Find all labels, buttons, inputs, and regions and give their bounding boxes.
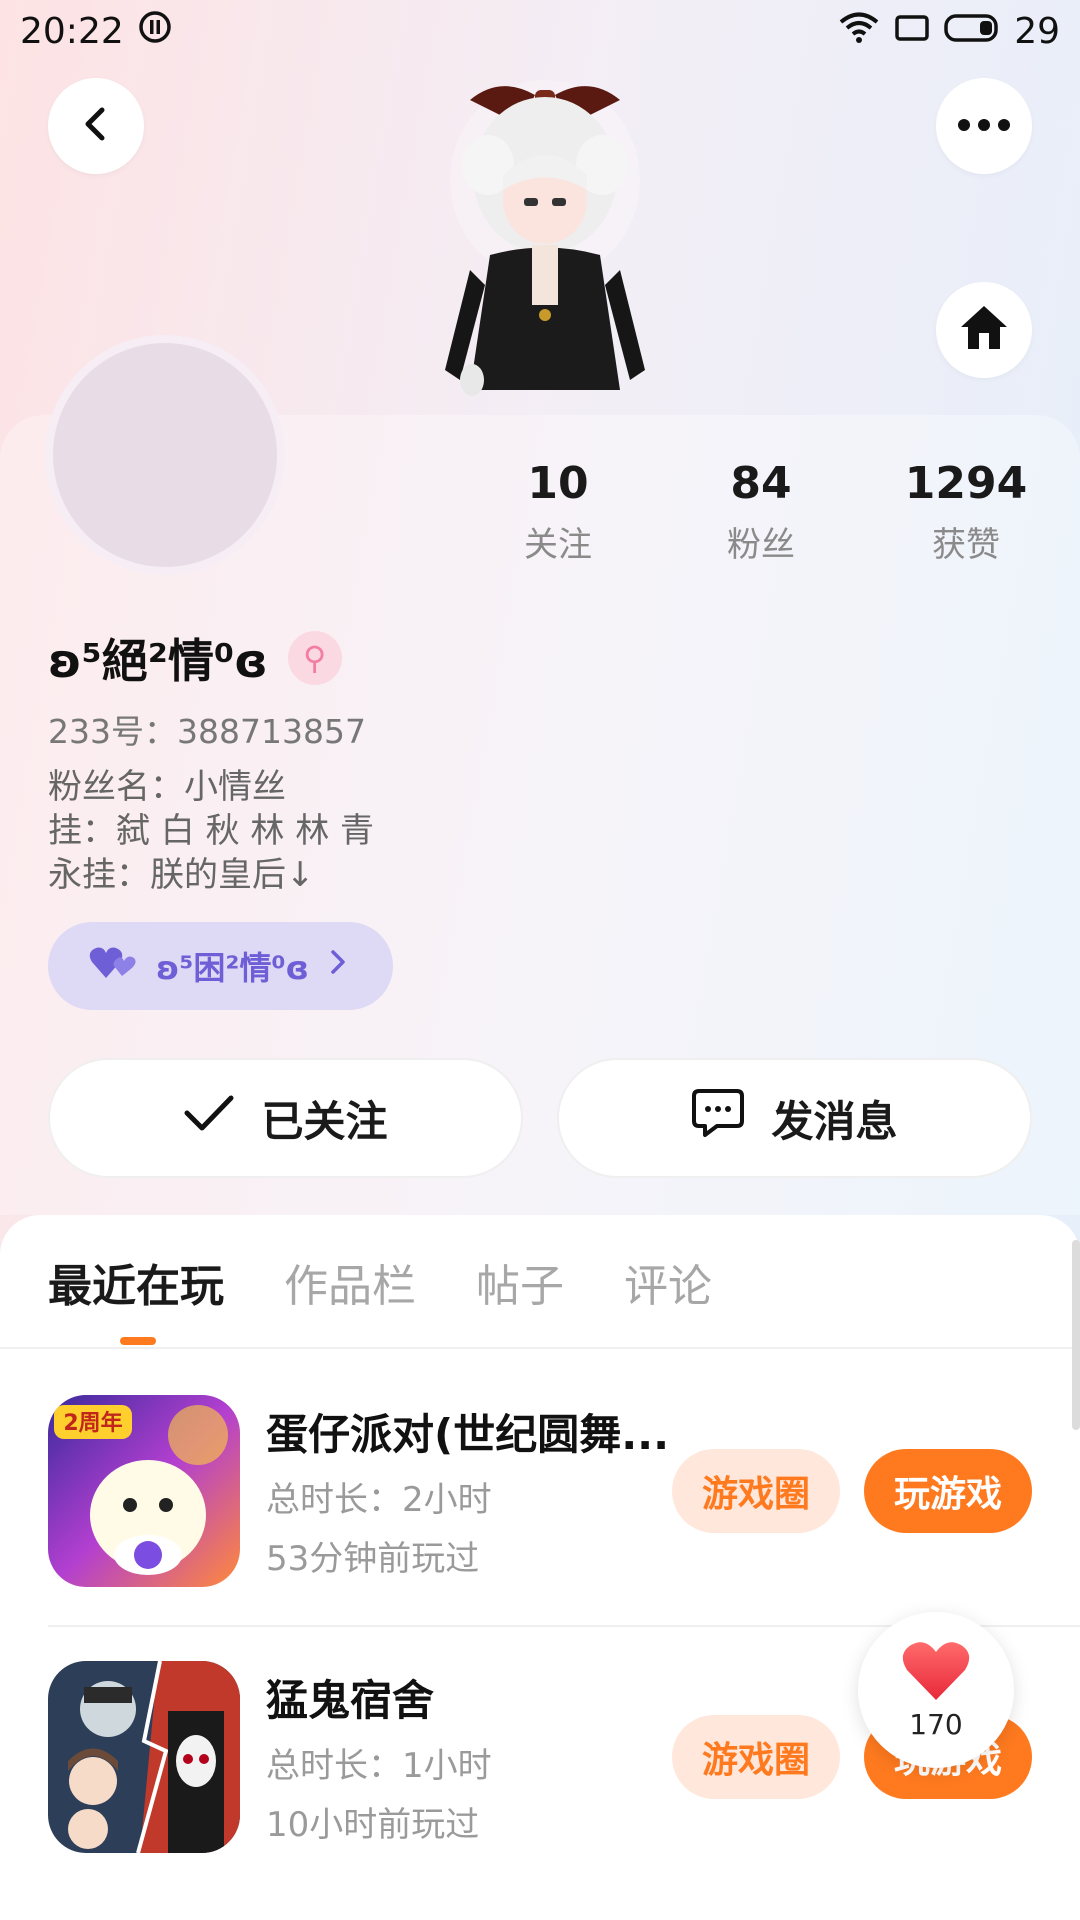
female-gender-icon: ⚲ [287,631,342,685]
tab-posts[interactable]: 帖子 [476,1250,564,1314]
bio: 粉丝名：小情丝 挂：弑 白 秋 林 林 青 永挂：朕的皇后↓ [48,765,374,897]
stat-following[interactable]: 10 关注 [458,458,658,566]
more-dots-icon [956,117,1012,136]
chevron-right-icon [327,947,349,985]
profile-tabs: 最近在玩 作品栏 帖子 评论 [48,1250,712,1314]
screen-icon [894,11,930,52]
stat-following-value: 10 [527,458,589,509]
back-button[interactable] [48,78,144,174]
username: ʚ⁵絕²情⁰ɞ [48,634,268,688]
checkmark-icon [183,1093,235,1143]
stat-fans-value: 84 [730,458,792,509]
double-heart-icon [88,942,138,990]
game-circle-button[interactable]: 游戏圈 [672,1449,840,1533]
username-row: ʚ⁵絕²情⁰ɞ ⚲ [48,625,342,691]
stat-fans[interactable]: 84 粉丝 [661,458,861,566]
heart-icon [901,1640,971,1706]
bio-line: 挂：弑 白 秋 林 林 青 [48,811,375,851]
game-total-time: 总时长：1小时 [266,1746,492,1786]
chat-bubble-icon [691,1087,745,1149]
battery-level: 29 [1014,10,1060,52]
active-tab-indicator [120,1337,156,1345]
send-message-button[interactable]: 发消息 [557,1058,1032,1178]
game-info: 猛鬼宿舍 总时长：1小时 10小时前玩过 [266,1667,696,1846]
icon-badge-text: 2周年 [63,1410,122,1436]
avatar-character[interactable] [440,70,650,415]
like-count: 170 [909,1707,963,1741]
followed-button[interactable]: 已关注 [48,1058,523,1178]
back-arrow-icon [76,104,116,148]
tab-comments[interactable]: 评论 [624,1250,712,1314]
home-button[interactable] [936,282,1032,378]
bio-line: 永挂：朕的皇后↓ [48,855,315,895]
tab-divider [0,1347,1080,1349]
home-icon [958,303,1010,357]
game-info: 蛋仔派对(世纪圆舞... 总时长：2小时 53分钟前玩过 [266,1401,696,1580]
status-bar: 20:22 29 [0,0,1080,62]
stat-likes[interactable]: 1294 获赞 [866,458,1066,566]
stat-likes-value: 1294 [904,458,1028,509]
game-total-time: 总时长：2小时 [266,1480,492,1520]
like-float-button[interactable]: 170 [858,1612,1014,1768]
battery-icon [944,11,1000,52]
play-game-button[interactable]: 玩游戏 [864,1449,1032,1533]
followed-label: 已关注 [261,1096,388,1146]
status-time: 20:22 [20,10,124,52]
eggy-party-game-icon[interactable]: 2周年 [48,1395,240,1587]
bio-line: 粉丝名：小情丝 [48,767,286,807]
cp-name: ʚ⁵困²情⁰ɞ [156,949,309,987]
tab-recently-played[interactable]: 最近在玩 [48,1250,224,1314]
game-last-played: 10小时前玩过 [266,1805,480,1845]
user-avatar[interactable] [45,335,285,575]
send-message-label: 发消息 [771,1096,898,1146]
tab-works[interactable]: 作品栏 [284,1250,416,1314]
stat-following-label: 关注 [524,525,592,565]
ghost-dorm-game-icon[interactable] [48,1661,240,1853]
more-button[interactable] [936,78,1032,174]
pause-icon [138,10,172,53]
game-title: 猛鬼宿舍 [266,1676,435,1725]
user-id: 233号：388713857 [48,712,366,751]
game-circle-button[interactable]: 游戏圈 [672,1715,840,1799]
cp-relation-pill[interactable]: ʚ⁵困²情⁰ɞ [48,922,393,1010]
game-list-item[interactable]: 2周年 蛋仔派对(世纪圆舞... 总时长：2小时 53分钟前玩过 游戏圈 玩游戏 [48,1395,1080,1589]
game-last-played: 53分钟前玩过 [266,1539,480,1579]
stat-likes-label: 获赞 [932,525,1000,565]
stat-fans-label: 粉丝 [727,525,795,565]
game-title: 蛋仔派对(世纪圆舞... [266,1410,670,1459]
status-right: 29 [838,10,1060,53]
wifi-icon [838,10,880,53]
status-left: 20:22 [20,10,172,53]
